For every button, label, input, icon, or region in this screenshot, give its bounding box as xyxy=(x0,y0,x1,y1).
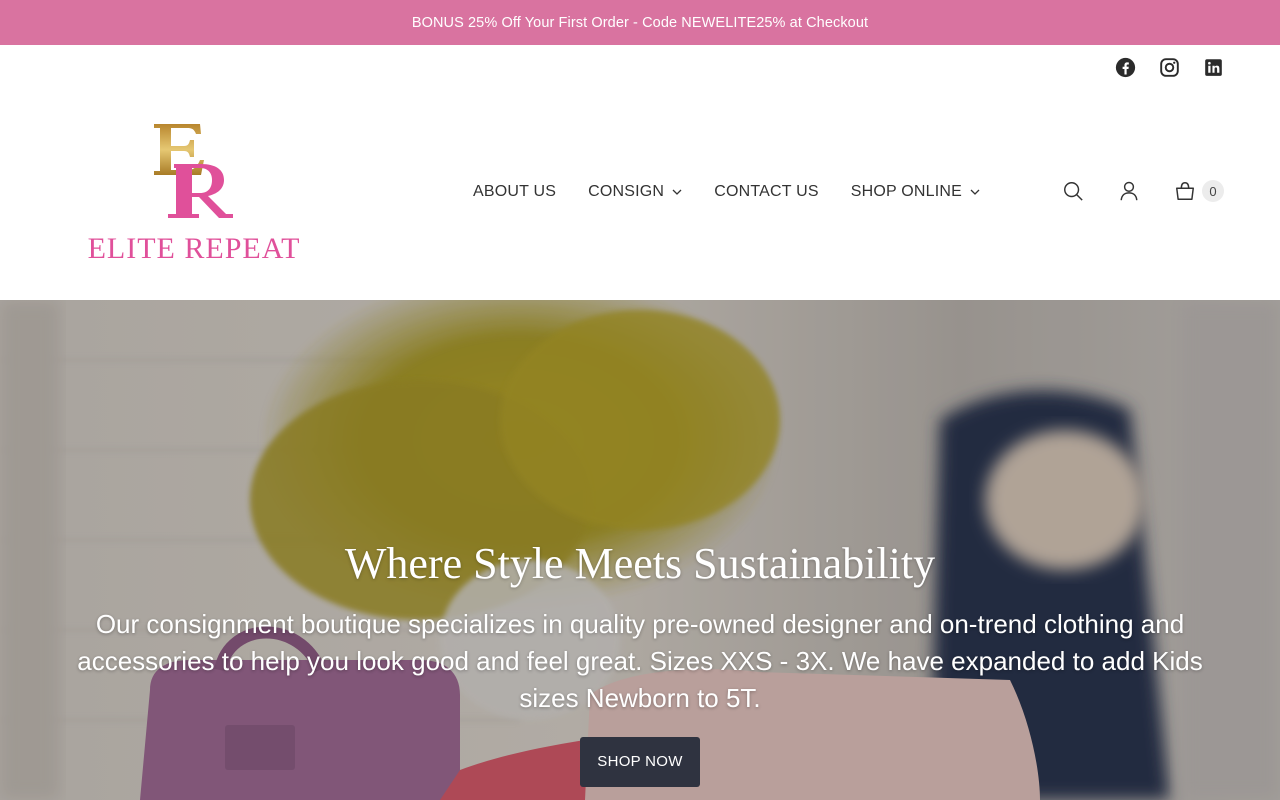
nav-item-about-us[interactable]: ABOUT US xyxy=(473,183,556,201)
hero-banner: Where Style Meets Sustainability Our con… xyxy=(0,300,1280,800)
search-icon xyxy=(1064,182,1083,201)
linkedin-icon[interactable] xyxy=(1202,56,1224,78)
header-utilities: 0 xyxy=(1062,180,1224,202)
nav-item-consign[interactable]: CONSIGN xyxy=(588,183,682,201)
cart-button[interactable]: 0 xyxy=(1174,180,1224,202)
announcement-text: BONUS 25% Off Your First Order - Code NE… xyxy=(411,14,869,31)
account-button[interactable] xyxy=(1118,180,1140,202)
hero-subtitle: Our consignment boutique specializes in … xyxy=(77,609,1203,713)
nav-item-label: CONSIGN xyxy=(588,183,665,200)
hero-content: Where Style Meets Sustainability Our con… xyxy=(0,538,1280,787)
nav-item-label: SHOP ONLINE xyxy=(850,183,962,200)
shopping-bag-icon xyxy=(1176,182,1194,200)
logo-wordmark: ELITE REPEAT xyxy=(87,232,301,265)
nav-item-label: CONTACT US xyxy=(714,183,819,200)
main-navigation: ABOUT US CONSIGN CONTACT US SHOP ONLINE xyxy=(473,183,980,201)
nav-item-contact-us[interactable]: CONTACT US xyxy=(714,183,819,201)
shop-now-button[interactable]: SHOP NOW xyxy=(580,737,700,787)
nav-item-shop-online[interactable]: SHOP ONLINE xyxy=(851,183,980,201)
social-links xyxy=(1114,56,1224,78)
chevron-down-icon xyxy=(672,189,682,195)
elite-repeat-logo[interactable]: ELITE REPEAT xyxy=(70,118,318,268)
hero-title: Where Style Meets Sustainability xyxy=(344,539,936,588)
instagram-icon[interactable] xyxy=(1158,56,1180,78)
chevron-down-icon xyxy=(970,189,980,195)
facebook-icon[interactable] xyxy=(1114,56,1136,78)
user-icon xyxy=(1120,181,1138,201)
nav-item-label: ABOUT US xyxy=(473,183,557,200)
search-button[interactable] xyxy=(1062,180,1084,202)
announcement-bar: BONUS 25% Off Your First Order - Code NE… xyxy=(0,0,1280,45)
cart-count-badge: 0 xyxy=(1202,180,1224,202)
